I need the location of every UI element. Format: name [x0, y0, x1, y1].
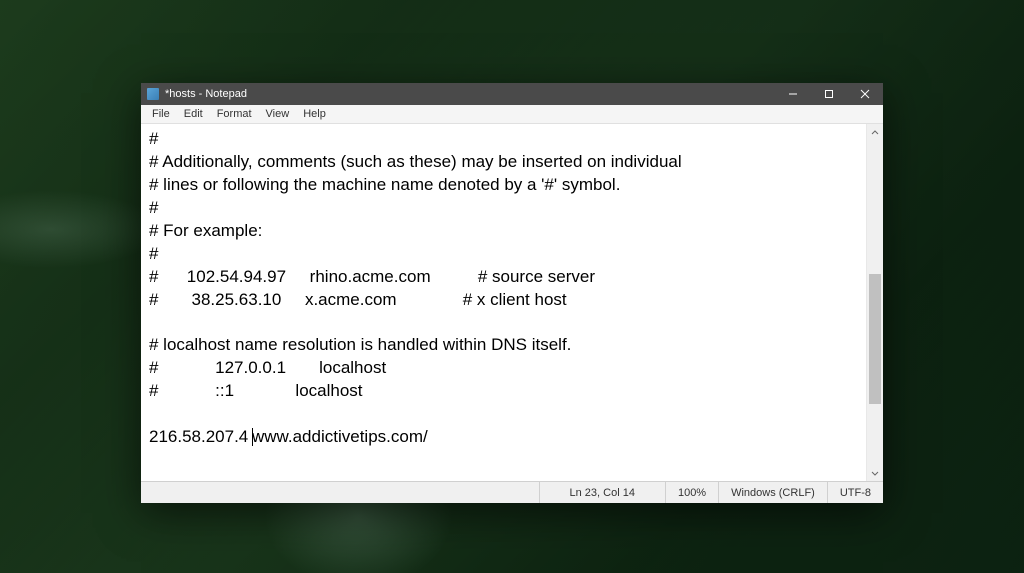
- vertical-scrollbar[interactable]: [866, 124, 883, 481]
- scroll-down-arrow-icon[interactable]: [867, 464, 883, 481]
- status-line-ending: Windows (CRLF): [718, 482, 827, 503]
- status-encoding: UTF-8: [827, 482, 883, 503]
- status-zoom: 100%: [665, 482, 718, 503]
- app-icon: [147, 88, 159, 100]
- text-editor[interactable]: # # Additionally, comments (such as thes…: [141, 124, 866, 481]
- minimize-button[interactable]: [775, 83, 811, 105]
- menu-file[interactable]: File: [145, 106, 177, 122]
- menubar: File Edit Format View Help: [141, 105, 883, 124]
- content-area: # # Additionally, comments (such as thes…: [141, 124, 883, 481]
- window-controls: [775, 83, 883, 105]
- notepad-window: *hosts - Notepad File Edit Format View H…: [141, 83, 883, 503]
- scroll-up-arrow-icon[interactable]: [867, 124, 883, 141]
- statusbar: Ln 23, Col 14 100% Windows (CRLF) UTF-8: [141, 481, 883, 503]
- menu-view[interactable]: View: [259, 106, 297, 122]
- titlebar[interactable]: *hosts - Notepad: [141, 83, 883, 105]
- maximize-button[interactable]: [811, 83, 847, 105]
- scroll-thumb[interactable]: [869, 274, 881, 404]
- menu-edit[interactable]: Edit: [177, 106, 210, 122]
- status-position: Ln 23, Col 14: [539, 482, 665, 503]
- menu-help[interactable]: Help: [296, 106, 333, 122]
- close-button[interactable]: [847, 83, 883, 105]
- window-title: *hosts - Notepad: [165, 88, 775, 100]
- menu-format[interactable]: Format: [210, 106, 259, 122]
